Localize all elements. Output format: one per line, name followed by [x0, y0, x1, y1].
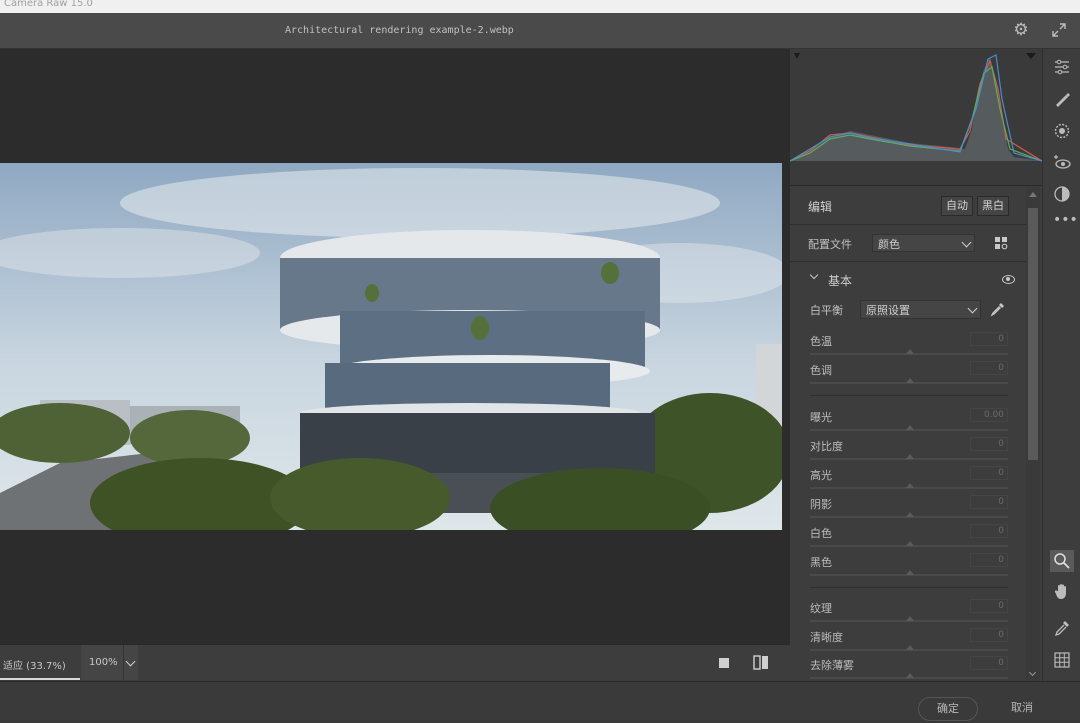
grid-overlay-icon[interactable]	[1053, 651, 1071, 669]
slider-blacks[interactable]: 黑色 0	[810, 553, 1008, 583]
file-header: Architectural rendering example-2.webp ⚙	[0, 13, 1080, 49]
slider-label: 纹理	[810, 602, 832, 615]
dialog-footer: 确定 取消	[0, 681, 1080, 723]
profile-select[interactable]: 颜色	[872, 234, 975, 252]
white-balance-select[interactable]: 原照设置	[860, 300, 981, 319]
slider-clarity[interactable]: 清晰度 0	[810, 628, 1008, 658]
black-white-button[interactable]: 黑白	[977, 196, 1009, 216]
edit-title: 编辑	[808, 200, 833, 214]
eyedropper-icon[interactable]	[990, 301, 1006, 317]
slider-thumb[interactable]	[906, 570, 914, 575]
window-titlebar: Camera Raw 15.0	[0, 0, 1080, 13]
white-balance-label: 白平衡	[810, 304, 843, 317]
scroll-up-arrow[interactable]	[1029, 192, 1037, 197]
more-icon[interactable]: •••	[1053, 211, 1078, 229]
compare-view-icon[interactable]	[753, 655, 769, 670]
profile-browser-icon[interactable]	[995, 237, 1008, 250]
tool-strip: •••	[1042, 49, 1080, 681]
slider-thumb[interactable]	[906, 673, 914, 678]
ok-button[interactable]: 确定	[918, 697, 978, 721]
slider-label: 黑色	[810, 556, 832, 569]
slider-thumb[interactable]	[906, 349, 914, 354]
chevron-down-icon	[967, 303, 978, 314]
cancel-button[interactable]: 取消	[1000, 697, 1044, 719]
zoom-100-button[interactable]: 100%	[81, 645, 123, 680]
slider-value-field[interactable]: 0	[970, 466, 1008, 480]
auto-button[interactable]: 自动	[941, 196, 973, 216]
healing-brush-icon[interactable]	[1053, 90, 1071, 108]
panel-scrollbar[interactable]	[1026, 186, 1040, 681]
expand-icon[interactable]	[1050, 21, 1068, 39]
white-balance-value: 原照设置	[866, 304, 910, 317]
view-bar: 适应 (33.7%) 100%	[0, 644, 790, 681]
edit-panel: 编辑 自动 黑白 配置文件 颜色 基本 白平衡 原照设置 色温 0 色调 0 曝…	[790, 49, 1042, 681]
slider-label: 曝光	[810, 411, 832, 424]
edit-sliders-icon[interactable]	[1053, 58, 1071, 76]
window-title: Camera Raw 15.0	[4, 0, 93, 9]
edit-header: 编辑 自动 黑白	[790, 186, 1026, 225]
slider-contrast[interactable]: 对比度 0	[810, 437, 1008, 467]
slider-exposure[interactable]: 曝光 0.00	[810, 408, 1008, 438]
slider-thumb[interactable]	[906, 483, 914, 488]
slider-value-field[interactable]: 0	[970, 628, 1008, 642]
slider-value-field[interactable]: 0	[970, 361, 1008, 375]
slider-label: 白色	[810, 527, 832, 540]
slider-value-field[interactable]: 0	[970, 656, 1008, 670]
slider-value-field[interactable]: 0	[970, 495, 1008, 509]
basic-title: 基本	[828, 274, 853, 288]
file-name: Architectural rendering example-2.webp	[285, 25, 514, 36]
preview-image[interactable]	[0, 163, 782, 530]
zoom-dropdown[interactable]	[123, 645, 138, 680]
chevron-down-icon	[125, 656, 136, 667]
chevron-down-icon	[809, 270, 819, 280]
hand-tool-icon[interactable]	[1053, 582, 1071, 600]
single-view-icon[interactable]	[719, 658, 729, 668]
slider-value-field[interactable]: 0	[970, 599, 1008, 613]
slider-tint[interactable]: 色调 0	[810, 361, 1008, 391]
zoom-tool-icon[interactable]	[1050, 550, 1074, 572]
slider-thumb[interactable]	[906, 541, 914, 546]
eye-icon[interactable]	[1002, 275, 1015, 284]
slider-thumb[interactable]	[906, 616, 914, 621]
chevron-down-icon	[961, 237, 972, 248]
slider-label: 色调	[810, 364, 832, 377]
profile-value: 颜色	[878, 238, 900, 251]
slider-value-field[interactable]: 0.00	[970, 408, 1008, 422]
slider-value-field[interactable]: 0	[970, 332, 1008, 346]
fit-zoom-button[interactable]: 适应 (33.7%)	[0, 645, 80, 680]
profile-label: 配置文件	[808, 238, 852, 251]
image-canvas[interactable]	[0, 49, 790, 644]
slider-label: 阴影	[810, 498, 832, 511]
profile-row: 配置文件 颜色	[790, 225, 1026, 262]
slider-thumb[interactable]	[906, 425, 914, 430]
presets-icon[interactable]	[1053, 185, 1071, 203]
slider-value-field[interactable]: 0	[970, 553, 1008, 567]
section-divider	[810, 587, 1008, 588]
slider-shadows[interactable]: 阴影 0	[810, 495, 1008, 525]
histogram	[790, 49, 1042, 186]
slider-label: 清晰度	[810, 631, 843, 644]
slider-highlights[interactable]: 高光 0	[810, 466, 1008, 496]
slider-label: 去除薄雾	[810, 659, 854, 672]
slider-value-field[interactable]: 0	[970, 524, 1008, 538]
slider-texture[interactable]: 纹理 0	[810, 599, 1008, 629]
slider-thumb[interactable]	[906, 454, 914, 459]
slider-thumb[interactable]	[906, 378, 914, 383]
slider-value-field[interactable]: 0	[970, 437, 1008, 451]
slider-label: 色温	[810, 335, 832, 348]
basic-section-header[interactable]: 基本	[790, 263, 1026, 293]
color-sampler-icon[interactable]	[1053, 619, 1071, 637]
slider-label: 对比度	[810, 440, 843, 453]
slider-thumb[interactable]	[906, 645, 914, 650]
slider-thumb[interactable]	[906, 512, 914, 517]
scroll-down-arrow[interactable]	[1028, 668, 1037, 677]
gear-icon[interactable]: ⚙	[1012, 21, 1030, 39]
slider-temperature[interactable]: 色温 0	[810, 332, 1008, 362]
mask-icon[interactable]	[1053, 122, 1071, 140]
red-eye-icon[interactable]	[1053, 153, 1071, 171]
slider-label: 高光	[810, 469, 832, 482]
section-divider	[810, 395, 1008, 396]
slider-whites[interactable]: 白色 0	[810, 524, 1008, 554]
scrollbar-thumb[interactable]	[1028, 208, 1038, 460]
